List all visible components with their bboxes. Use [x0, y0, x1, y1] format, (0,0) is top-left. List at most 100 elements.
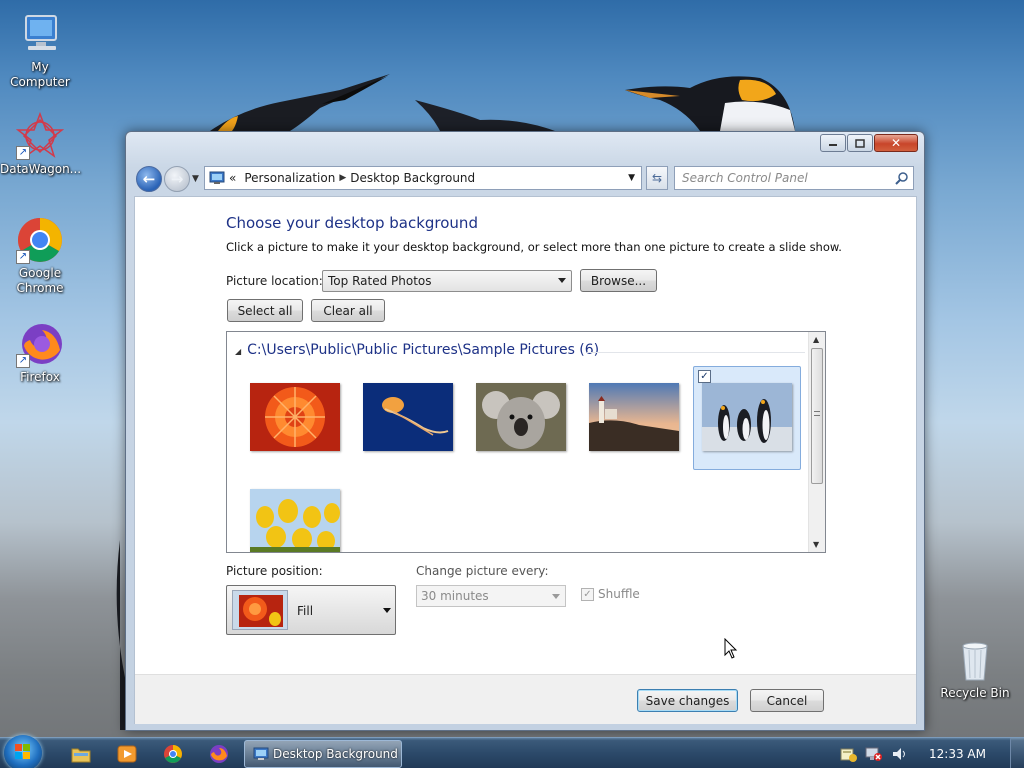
- search-input[interactable]: Search Control Panel: [674, 166, 914, 190]
- show-desktop-button[interactable]: [1010, 738, 1024, 768]
- desktop-icon-firefox[interactable]: ↗ Firefox: [0, 320, 80, 385]
- maximize-button[interactable]: [847, 134, 873, 152]
- folder-path: C:\Users\Public\Public Pictures\Sample P…: [247, 342, 600, 358]
- picture-location-select[interactable]: Top Rated Photos: [322, 270, 572, 292]
- chevron-down-icon: [558, 278, 566, 283]
- cancel-button[interactable]: Cancel: [750, 689, 824, 712]
- grip-icon: [814, 411, 820, 416]
- change-interval-label: Change picture every:: [416, 564, 549, 578]
- refresh-button[interactable]: ⇆: [646, 166, 668, 190]
- gallery-scrollbar[interactable]: ▲ ▼: [808, 332, 825, 552]
- arrow-right-icon: →: [170, 170, 184, 188]
- thumbnail-penguins[interactable]: ✓: [693, 366, 801, 470]
- taskbar: Desktop Background 12:33 AM: [0, 735, 1024, 768]
- chrome-icon: ↗: [16, 216, 64, 264]
- computer-icon: [16, 10, 64, 58]
- save-changes-button[interactable]: Save changes: [637, 689, 738, 712]
- windows-logo-icon: [15, 744, 30, 759]
- picture-location-value: Top Rated Photos: [328, 274, 432, 288]
- refresh-icon: ⇆: [651, 171, 663, 185]
- minimize-icon: [829, 144, 837, 146]
- breadcrumb-separator-icon[interactable]: ▶: [339, 173, 346, 183]
- recent-pages-dropdown-icon[interactable]: ▼: [192, 174, 199, 184]
- minimize-button[interactable]: [820, 134, 846, 152]
- breadcrumb-desktop-background[interactable]: Desktop Background: [350, 171, 475, 185]
- change-interval-value: 30 minutes: [421, 589, 489, 603]
- address-dropdown-icon[interactable]: ▼: [628, 173, 635, 183]
- penguins-picture: [702, 383, 792, 451]
- datawagon-icon: ↗: [15, 111, 65, 160]
- picture-position-label: Picture position:: [226, 564, 323, 578]
- group-divider: [587, 352, 805, 353]
- chevron-down-icon: [552, 594, 560, 599]
- shuffle-checkbox: ✓ Shuffle: [581, 587, 640, 601]
- collapse-triangle-icon: ◢: [235, 347, 242, 356]
- desktop-icon-label: Firefox: [20, 370, 60, 384]
- picture-gallery: ◢ C:\Users\Public\Public Pictures\Sample …: [226, 331, 826, 553]
- taskbar-explorer[interactable]: [64, 741, 98, 767]
- checkbox-check-icon: ✓: [581, 587, 594, 601]
- mouse-cursor-icon: [724, 638, 738, 659]
- thumbnail-koala[interactable]: [463, 368, 571, 472]
- desktop-icon-my-computer[interactable]: My Computer: [0, 10, 80, 90]
- breadcrumb-personalization[interactable]: Personalization: [244, 171, 335, 185]
- taskbar-desktop-background[interactable]: Desktop Background: [244, 740, 402, 768]
- taskbar-chrome[interactable]: [156, 741, 190, 767]
- thumbnail-tulips[interactable]: [237, 474, 345, 552]
- system-tray: 12:33 AM: [839, 738, 1024, 768]
- start-button[interactable]: [4, 735, 42, 768]
- close-button[interactable]: ✕: [874, 134, 918, 152]
- control-panel-icon: [209, 171, 225, 184]
- chevron-down-icon: [383, 608, 391, 613]
- scroll-down-icon[interactable]: ▼: [813, 540, 819, 549]
- change-interval-select: 30 minutes: [416, 585, 566, 607]
- shortcut-arrow-icon: ↗: [16, 250, 30, 264]
- tulips-picture: [250, 489, 340, 552]
- navigation-bar: ← → ▼ « Personalization ▶ Desktop Backgr…: [134, 164, 916, 192]
- desktop-icon-label: Google Chrome: [16, 266, 64, 295]
- jellyfish-picture: [363, 383, 453, 451]
- shuffle-label: Shuffle: [598, 587, 640, 601]
- forward-button[interactable]: →: [164, 166, 190, 192]
- firefox-icon: ↗: [16, 320, 64, 368]
- clock[interactable]: 12:33 AM: [929, 747, 986, 761]
- position-preview: [232, 590, 288, 630]
- action-center-icon[interactable]: [839, 746, 858, 762]
- picture-position-value: Fill: [297, 604, 314, 618]
- taskbar-media-player[interactable]: [110, 741, 144, 767]
- thumbnail-lighthouse[interactable]: [576, 368, 684, 472]
- shortcut-arrow-icon: ↗: [16, 354, 30, 368]
- chrysanthemum-picture: [250, 383, 340, 451]
- taskbar-window-label: Desktop Background: [273, 747, 398, 761]
- thumbnail-checkbox[interactable]: ✓: [698, 370, 711, 383]
- back-button[interactable]: ←: [136, 166, 162, 192]
- select-all-button[interactable]: Select all: [227, 299, 303, 322]
- control-panel-icon: [253, 747, 269, 760]
- scroll-up-icon[interactable]: ▲: [813, 335, 819, 344]
- koala-picture: [476, 383, 566, 451]
- thumbnail-jellyfish[interactable]: [350, 368, 458, 472]
- taskbar-firefox[interactable]: [202, 741, 236, 767]
- address-bar[interactable]: « Personalization ▶ Desktop Background ▼: [204, 166, 642, 190]
- picture-position-select[interactable]: Fill: [226, 585, 396, 635]
- clear-all-button[interactable]: Clear all: [311, 299, 385, 322]
- network-error-icon[interactable]: [865, 746, 883, 762]
- recycle-bin-icon: [951, 636, 999, 684]
- volume-icon[interactable]: [891, 746, 909, 762]
- firefox-icon: [210, 745, 228, 763]
- picture-location-label: Picture location:: [226, 274, 323, 288]
- desktop-icon-datawagon[interactable]: ↗ DataWagon...: [0, 111, 81, 177]
- arrow-left-icon: ←: [142, 170, 156, 188]
- folder-group-header[interactable]: ◢ C:\Users\Public\Public Pictures\Sample …: [235, 342, 599, 358]
- scrollbar-thumb[interactable]: [811, 348, 823, 484]
- page-description: Click a picture to make it your desktop …: [226, 240, 842, 254]
- desktop-icon-recycle-bin[interactable]: Recycle Bin: [935, 636, 1015, 701]
- search-icon[interactable]: [895, 171, 909, 185]
- breadcrumb-overflow[interactable]: «: [229, 171, 236, 185]
- browse-button[interactable]: Browse...: [580, 269, 657, 292]
- thumbnail-chrysanthemum[interactable]: [237, 368, 345, 472]
- dialog-footer: Save changes Cancel: [135, 674, 916, 724]
- search-placeholder: Search Control Panel: [682, 171, 808, 185]
- media-player-icon: [117, 745, 137, 763]
- desktop-icon-chrome[interactable]: ↗ Google Chrome: [0, 216, 80, 296]
